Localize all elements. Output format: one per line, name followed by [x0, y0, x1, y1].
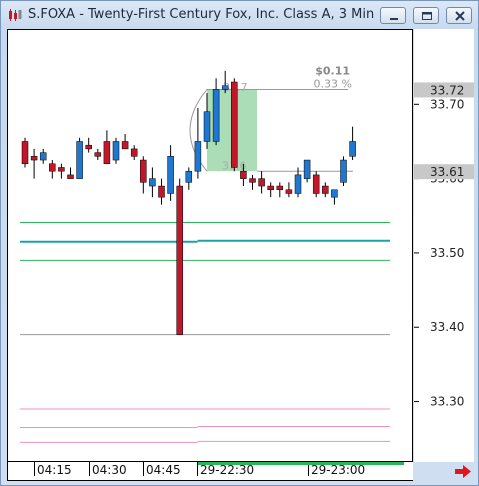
down-candle	[258, 178, 265, 187]
down-candle	[58, 167, 65, 172]
up-candle	[167, 156, 174, 194]
change-percent-label: 0.33 %	[314, 78, 352, 91]
down-candle	[231, 81, 238, 168]
up-candle	[221, 85, 229, 90]
red-right-arrow-icon[interactable]	[452, 462, 474, 481]
time-label: 29-23:00	[311, 463, 366, 477]
last-price-label: 33.72	[430, 83, 464, 97]
down-candle	[267, 185, 274, 191]
up-candle	[340, 159, 347, 183]
price-tick-label: 33.30	[430, 395, 464, 409]
minimize-icon	[390, 18, 398, 20]
up-candle	[331, 189, 338, 198]
down-candle	[240, 170, 247, 179]
up-candle	[203, 111, 211, 142]
down-candle	[67, 174, 74, 179]
time-tick	[143, 462, 144, 476]
down-candle	[85, 144, 92, 150]
price-tick-label: 33.50	[430, 246, 464, 260]
time-label: 04:30	[92, 463, 127, 477]
window-title: S.FOXA - Twenty-First Century Fox, Inc. …	[28, 7, 375, 22]
price-axis[interactable]: 33.7033.6033.5033.4033.3033.7233.61	[414, 29, 474, 462]
down-candle	[130, 148, 138, 157]
title-bar[interactable]: S.FOXA - Twenty-First Century Fox, Inc. …	[1, 1, 478, 29]
down-candle	[49, 163, 56, 172]
session-bar	[198, 462, 404, 465]
price-marker-label: 33.61	[430, 165, 464, 179]
down-candle	[285, 189, 293, 194]
down-candle	[249, 178, 256, 183]
time-tick	[34, 462, 35, 476]
price-axis-svg: 33.7033.6033.5033.4033.3033.7233.61	[414, 82, 474, 409]
down-candle	[21, 141, 29, 165]
time-tick	[89, 462, 90, 476]
change-value-label: $0.11	[315, 65, 350, 78]
close-icon	[455, 11, 465, 21]
time-label: 04:15	[37, 463, 72, 477]
up-candle	[149, 178, 156, 187]
up-candle	[76, 141, 83, 179]
time-label: 04:45	[146, 463, 181, 477]
up-candle	[212, 89, 220, 142]
up-candle	[39, 152, 47, 161]
down-candle	[158, 185, 165, 198]
price-tick-label: 33.40	[430, 320, 464, 334]
candlestick-chart[interactable]: $0.110.33 %33.733.6	[8, 30, 412, 461]
up-candle	[194, 141, 202, 172]
down-candle	[312, 174, 320, 194]
minimize-button[interactable]	[380, 7, 406, 24]
up-candle	[294, 174, 302, 194]
chart-window: S.FOXA - Twenty-First Century Fox, Inc. …	[0, 0, 479, 486]
maximize-button[interactable]	[413, 7, 439, 24]
up-candle	[303, 159, 311, 179]
down-candle	[322, 185, 329, 194]
up-candle	[112, 141, 120, 161]
chart-plot-area[interactable]: $0.110.33 %33.733.6	[7, 29, 413, 462]
maximize-icon	[422, 12, 432, 20]
close-button[interactable]	[446, 7, 472, 24]
candlestick-app-icon	[9, 9, 22, 21]
down-candle	[121, 141, 129, 150]
down-candle	[276, 185, 284, 191]
down-candle	[103, 141, 111, 165]
down-candle	[30, 156, 38, 161]
up-candle	[185, 170, 193, 183]
up-candle	[349, 141, 356, 157]
price-tick-label: 33.70	[430, 97, 464, 111]
time-label: 29-22:30	[200, 463, 255, 477]
time-axis[interactable]: 04:15 04:30 04:45 29-22:30 29-23:00	[7, 462, 413, 481]
down-candle	[94, 152, 102, 157]
down-candle	[140, 159, 147, 183]
down-candle	[176, 185, 183, 335]
